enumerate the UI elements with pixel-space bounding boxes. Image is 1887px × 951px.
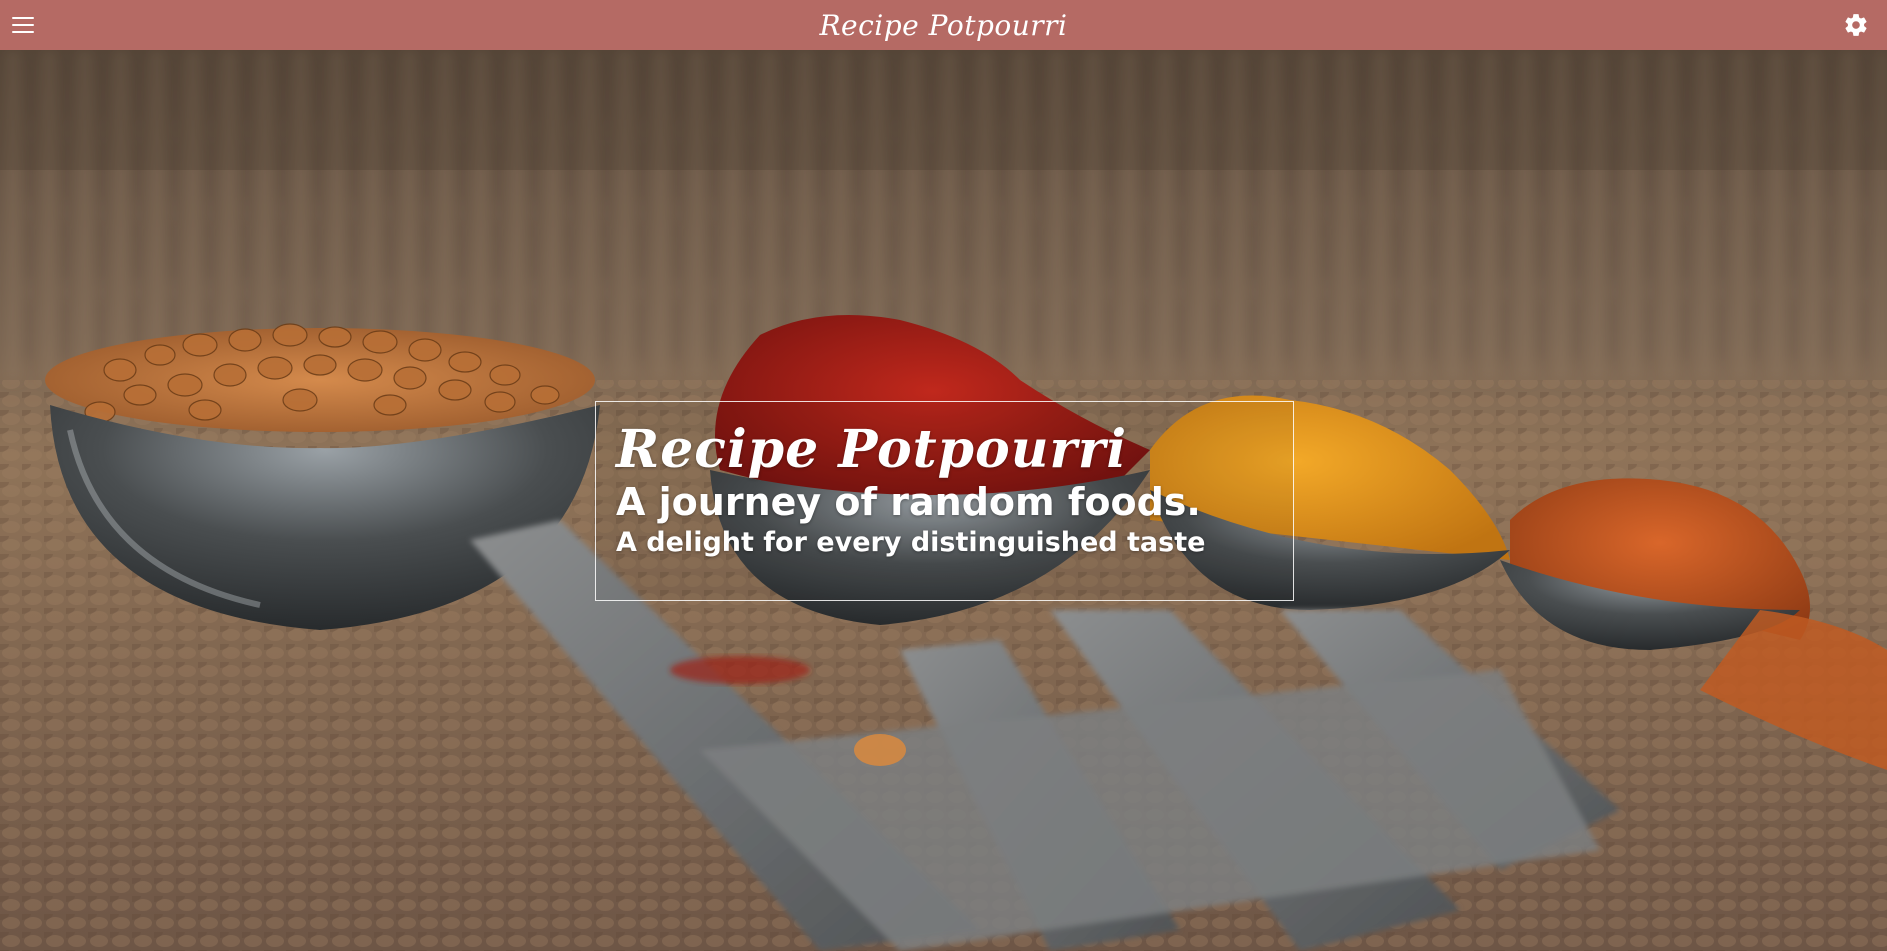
hero-subtagline: A delight for every distinguished taste bbox=[616, 527, 1206, 558]
hero-title: Recipe Potpourri bbox=[616, 419, 1128, 480]
top-app-bar: Recipe Potpourri bbox=[0, 0, 1887, 50]
gear-icon[interactable] bbox=[1843, 12, 1869, 38]
hamburger-menu-icon[interactable] bbox=[12, 12, 38, 38]
app-title[interactable]: Recipe Potpourri bbox=[819, 9, 1067, 42]
hero-section: Recipe Potpourri A journey of random foo… bbox=[0, 50, 1887, 951]
hero-tagline: A journey of random foods. bbox=[616, 480, 1201, 524]
hero-text-box: Recipe Potpourri A journey of random foo… bbox=[595, 401, 1294, 601]
